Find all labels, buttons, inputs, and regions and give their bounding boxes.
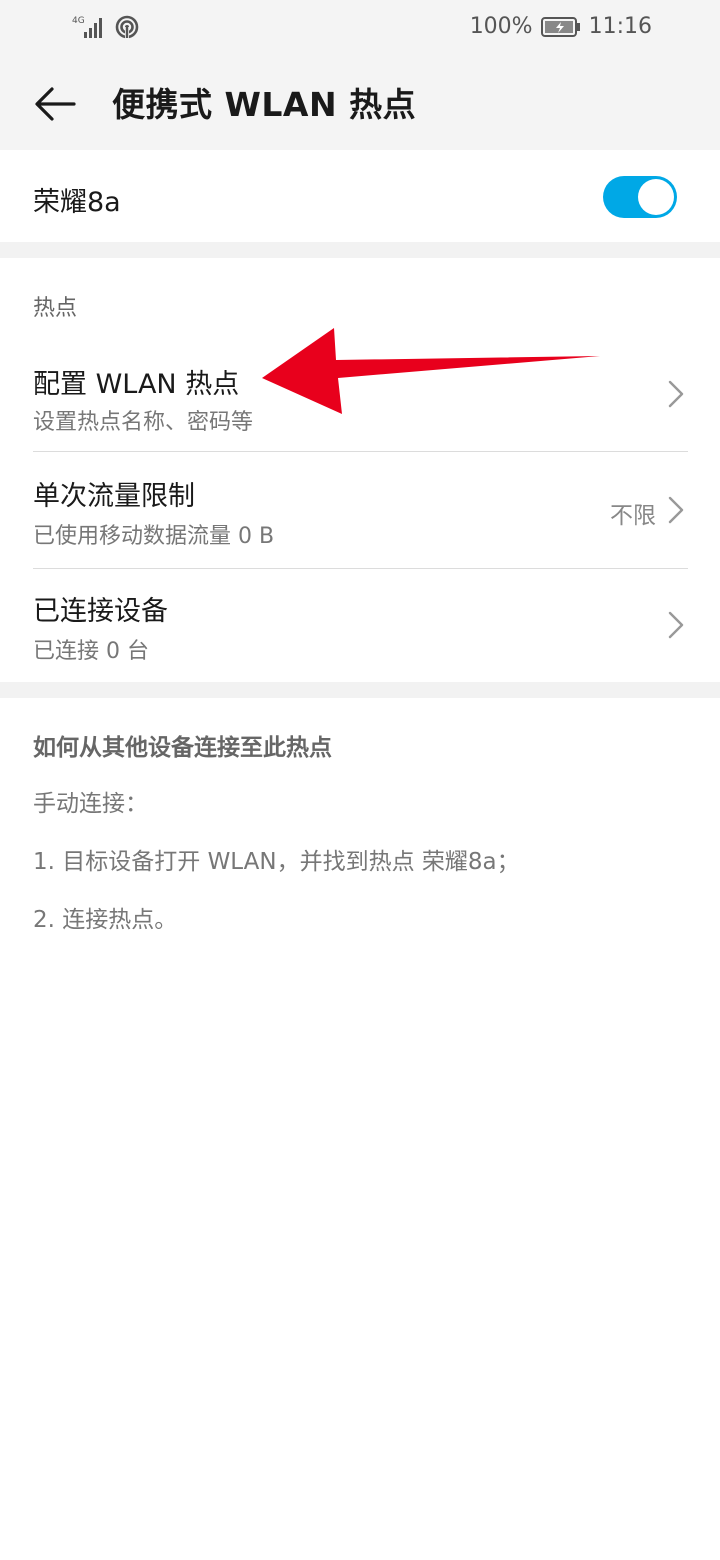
item-title: 配置 WLAN 热点	[33, 369, 240, 400]
connected-devices-item[interactable]: 已连接设备 已连接 0 台	[0, 569, 720, 682]
chevron-right-icon	[668, 496, 684, 524]
status-left: 4G	[72, 14, 140, 40]
battery-percent: 100%	[469, 14, 533, 39]
data-limit-item[interactable]: 单次流量限制 已使用移动数据流量 0 B 不限	[0, 452, 720, 568]
item-subtitle: 已连接 0 台	[33, 639, 149, 664]
chevron-right-icon	[668, 611, 684, 639]
help-line: 1. 目标设备打开 WLAN，并找到热点 荣耀8a；	[33, 849, 520, 875]
item-value: 不限	[610, 503, 656, 529]
section-gap	[0, 242, 720, 258]
status-right: 100% 11:16	[470, 14, 652, 39]
hotspot-name: 荣耀8a	[33, 187, 121, 218]
help-line: 2. 连接热点。	[33, 907, 178, 933]
network-type-label: 4G	[72, 16, 85, 26]
back-arrow-icon	[35, 87, 76, 121]
section-label: 热点	[33, 296, 78, 321]
help-line: 手动连接：	[33, 791, 148, 817]
configure-hotspot-item[interactable]: 配置 WLAN 热点 设置热点名称、密码等	[0, 350, 720, 452]
item-subtitle: 设置热点名称、密码等	[33, 410, 254, 435]
app-bar: 便携式 WLAN 热点	[0, 56, 720, 150]
clock: 11:16	[588, 14, 652, 39]
item-title: 已连接设备	[33, 596, 168, 627]
item-subtitle: 已使用移动数据流量 0 B	[33, 524, 275, 549]
status-bar: 4G 100% 11:16	[0, 0, 720, 56]
page-title: 便携式 WLAN 热点	[112, 85, 417, 124]
help-title: 如何从其他设备连接至此热点	[33, 735, 332, 761]
hotspot-icon	[115, 15, 139, 39]
hotspot-toggle[interactable]	[603, 176, 677, 218]
hotspot-switch-row[interactable]: 荣耀8a	[0, 150, 720, 242]
battery-charging-icon	[540, 16, 580, 37]
hotspot-section: 热点 配置 WLAN 热点 设置热点名称、密码等 单次流量限制 已使用移动数据流…	[0, 258, 720, 682]
signal-icon: 4G	[72, 16, 102, 38]
chevron-right-icon	[668, 380, 684, 408]
section-gap	[0, 682, 720, 698]
toggle-knob	[638, 179, 674, 215]
back-button[interactable]	[30, 80, 82, 128]
item-title: 单次流量限制	[33, 481, 195, 512]
